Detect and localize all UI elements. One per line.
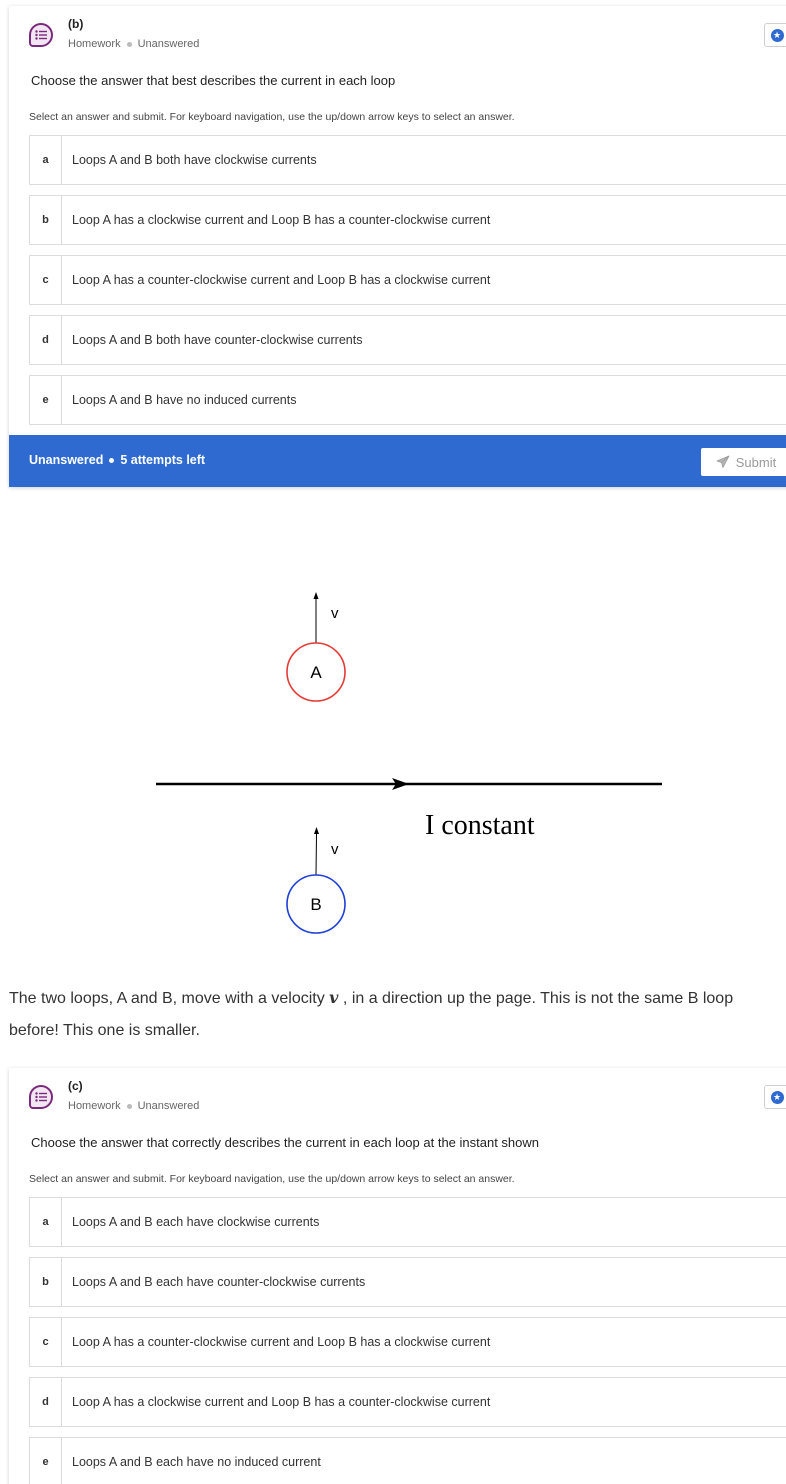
velocity-arrow-b: [314, 827, 319, 876]
wire-label: I constant: [425, 810, 535, 841]
option-text: Loops A and B each have counter-clockwis…: [72, 1275, 366, 1289]
question-meta: Homework Unanswered: [68, 38, 199, 50]
loop-a-label: A: [310, 663, 322, 682]
question-instructions: Select an answer and submit. For keyboar…: [29, 1173, 515, 1185]
answer-status: Unanswered: [29, 453, 104, 467]
option-text: Loop A has a counter-clockwise current a…: [72, 1335, 491, 1349]
option-letter: a: [30, 136, 62, 184]
bookmark-button[interactable]: ★: [764, 23, 786, 47]
question-card-b: (b) Homework Unanswered ★ Choose the ans…: [9, 6, 786, 487]
option-text: Loops A and B both have counter-clockwis…: [72, 333, 363, 347]
problem-description: The two loops, A and B, move with a velo…: [9, 982, 786, 1047]
option-letter: d: [30, 316, 62, 364]
answer-option-e[interactable]: e Loops A and B each have no induced cur…: [29, 1437, 786, 1484]
option-letter: d: [30, 1378, 62, 1426]
option-letter: b: [30, 196, 62, 244]
meta-status: Unanswered: [137, 1100, 200, 1112]
question-card-c: (c) Homework Unanswered ★ Choose the ans…: [9, 1068, 786, 1484]
description-line-2: before! This one is smaller.: [9, 1022, 200, 1039]
answer-option-a[interactable]: a Loops A and B each have clockwise curr…: [29, 1197, 786, 1247]
meta-separator: [126, 41, 132, 47]
option-letter: b: [30, 1258, 62, 1306]
description-text: The two loops, A and B, move with a velo…: [9, 990, 325, 1007]
question-meta: Homework Unanswered: [68, 1100, 199, 1112]
question-header: (b) Homework Unanswered ★: [9, 6, 786, 66]
option-text: Loop A has a counter-clockwise current a…: [72, 273, 491, 287]
bookmark-button[interactable]: ★: [764, 1085, 786, 1109]
loops-wire-figure: v A I constant v B: [156, 592, 662, 934]
question-instructions: Select an answer and submit. For keyboar…: [29, 111, 515, 123]
option-letter: e: [30, 1438, 62, 1484]
description-text: , in a direction up the page. This is no…: [342, 990, 734, 1007]
velocity-arrow-a: [313, 592, 319, 643]
option-text: Loops A and B both have clockwise curren…: [72, 153, 317, 167]
answer-option-e[interactable]: e Loops A and B have no induced currents: [29, 375, 786, 425]
question-prompt: Choose the answer that best describes th…: [31, 73, 396, 88]
option-text: Loop A has a clockwise current and Loop …: [72, 213, 491, 227]
attempt-status: Unanswered 5 attempts left: [29, 453, 205, 467]
answer-option-b[interactable]: b Loop A has a clockwise current and Loo…: [29, 195, 786, 245]
star-icon: ★: [770, 28, 784, 42]
part-label: (b): [68, 17, 84, 31]
star-icon: ★: [770, 1090, 784, 1104]
option-letter: c: [30, 256, 62, 304]
answer-option-d[interactable]: d Loops A and B both have counter-clockw…: [29, 315, 786, 365]
question-prompt: Choose the answer that correctly describ…: [31, 1135, 540, 1150]
option-letter: e: [30, 376, 62, 424]
answer-option-b[interactable]: b Loops A and B each have counter-clockw…: [29, 1257, 786, 1307]
loop-b-label: B: [310, 895, 321, 914]
option-letter: a: [30, 1198, 62, 1246]
submit-label: Submit: [735, 454, 777, 470]
question-header: (c) Homework Unanswered ★: [9, 1068, 786, 1128]
answer-option-a[interactable]: a Loops A and B both have clockwise curr…: [29, 135, 786, 185]
meta-status: Unanswered: [137, 38, 200, 50]
meta-type: Homework: [68, 38, 121, 50]
send-icon: [716, 455, 730, 468]
answer-option-c[interactable]: c Loop A has a counter-clockwise current…: [29, 255, 786, 305]
question-list-icon: [29, 1085, 53, 1109]
answer-option-c[interactable]: c Loop A has a counter-clockwise current…: [29, 1317, 786, 1367]
answer-option-d[interactable]: d Loop A has a clockwise current and Loo…: [29, 1377, 786, 1427]
question-list-icon: [29, 23, 53, 47]
answer-footer-bar: Unanswered 5 attempts left Submit: [9, 435, 786, 487]
attempts-left: 5 attempts left: [120, 453, 206, 467]
description-line-1: The two loops, A and B, move with a velo…: [9, 982, 786, 1015]
submit-button[interactable]: Submit: [701, 448, 786, 476]
current-wire: [156, 778, 662, 790]
part-label: (c): [68, 1079, 83, 1093]
status-separator: [109, 457, 115, 463]
option-text: Loop A has a clockwise current and Loop …: [72, 1395, 491, 1409]
option-letter: c: [30, 1318, 62, 1366]
velocity-label-b: v: [331, 841, 339, 858]
option-text: Loops A and B each have no induced curre…: [72, 1455, 321, 1469]
meta-type: Homework: [68, 1100, 121, 1112]
option-text: Loops A and B have no induced currents: [72, 393, 297, 407]
option-text: Loops A and B each have clockwise curren…: [72, 1215, 320, 1229]
velocity-label-a: v: [331, 605, 339, 622]
meta-separator: [126, 1103, 132, 1109]
velocity-symbol: v: [329, 988, 339, 1007]
